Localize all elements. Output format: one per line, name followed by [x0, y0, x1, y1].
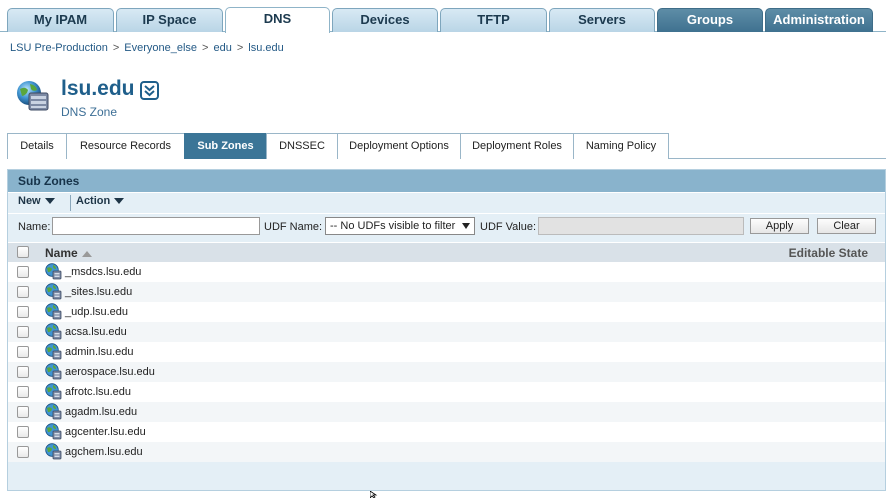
panel-footer [8, 462, 885, 490]
tab-dnssec[interactable]: DNSSEC [266, 133, 338, 159]
column-header-name[interactable]: Name [45, 246, 92, 260]
sub-zone-name[interactable]: aerospace.lsu.edu [65, 366, 155, 378]
row-checkbox[interactable] [17, 446, 29, 458]
expand-icon[interactable] [140, 81, 159, 100]
tab-my-ipam[interactable]: My IPAM [7, 8, 114, 32]
sub-zone-name[interactable]: agchem.lsu.edu [65, 446, 143, 458]
tab-deployment-roles[interactable]: Deployment Roles [460, 133, 574, 159]
sort-ascending-icon [81, 250, 92, 257]
tab-dns[interactable]: DNS [225, 7, 330, 33]
dns-zone-icon [45, 303, 62, 320]
tab-tftp[interactable]: TFTP [440, 8, 547, 32]
row-checkbox[interactable] [17, 266, 29, 278]
tab-ip-space[interactable]: IP Space [116, 8, 223, 32]
dns-zone-icon [45, 263, 62, 280]
tab-administration[interactable]: Administration [765, 8, 873, 32]
dns-zone-icon [17, 81, 49, 111]
breadcrumb: LSU Pre-Production > Everyone_else > edu > lsu… [10, 42, 284, 54]
row-checkbox[interactable] [17, 386, 29, 398]
row-checkbox[interactable] [17, 406, 29, 418]
new-menu-button[interactable]: New [18, 195, 55, 207]
sub-zone-list: _msdcs.lsu.edu _sites.lsu.edu _udp.lsu.edu… [8, 262, 885, 462]
sub-zone-name[interactable]: _sites.lsu.edu [65, 286, 132, 298]
table-row[interactable]: aerospace.lsu.edu [8, 362, 885, 382]
table-row[interactable]: _udp.lsu.edu [8, 302, 885, 322]
breadcrumb-view[interactable]: Everyone_else [124, 42, 197, 54]
action-label: Action [76, 195, 111, 207]
breadcrumb-root[interactable]: LSU Pre-Production [10, 42, 108, 54]
sub-zone-name[interactable]: _msdcs.lsu.edu [65, 266, 141, 278]
table-row[interactable]: agadm.lsu.edu [8, 402, 885, 422]
tab-devices[interactable]: Devices [332, 8, 438, 32]
dns-zone-icon [45, 323, 62, 340]
chevron-down-icon [44, 198, 55, 205]
dns-zone-icon [45, 403, 62, 420]
dns-zone-icon [45, 443, 62, 460]
dns-zone-icon [45, 363, 62, 380]
column-name-label: Name [45, 246, 78, 260]
udf-value-label: UDF Value: [480, 221, 537, 233]
dropdown-arrow-icon [462, 223, 470, 229]
sub-tab-bar: Details Resource Records Sub Zones DNSSE… [7, 133, 886, 159]
tab-servers[interactable]: Servers [549, 8, 655, 32]
dns-zone-icon [45, 423, 62, 440]
grid-header: Name Editable State [8, 243, 885, 262]
panel-title: Sub Zones [8, 170, 885, 192]
table-row[interactable]: admin.lsu.edu [8, 342, 885, 362]
breadcrumb-separator: > [112, 42, 120, 54]
apply-button[interactable]: Apply [750, 218, 809, 234]
action-menu-button[interactable]: Action [76, 195, 125, 207]
tab-sub-zones[interactable]: Sub Zones [184, 133, 267, 159]
clear-button[interactable]: Clear [817, 218, 876, 234]
toolbar-divider [70, 195, 71, 211]
new-label: New [18, 195, 41, 207]
name-filter-input[interactable] [52, 217, 260, 235]
table-row[interactable]: agchem.lsu.edu [8, 442, 885, 462]
tab-resource-records[interactable]: Resource Records [66, 133, 185, 159]
dns-zone-icon [45, 283, 62, 300]
udf-name-selected: -- No UDFs visible to filter [330, 220, 456, 232]
table-row[interactable]: _sites.lsu.edu [8, 282, 885, 302]
breadcrumb-parent-zone[interactable]: edu [213, 42, 231, 54]
mouse-cursor-icon [370, 491, 378, 498]
page-title: lsu.edu [61, 77, 135, 100]
breadcrumb-separator: > [236, 42, 244, 54]
row-checkbox[interactable] [17, 306, 29, 318]
udf-name-select[interactable]: -- No UDFs visible to filter [325, 217, 475, 235]
tab-groups[interactable]: Groups [657, 8, 763, 32]
sub-zones-panel: Sub Zones New Action Name: UDF Name: -- … [7, 169, 886, 491]
page-subtitle: DNS Zone [61, 105, 118, 119]
udf-value-input [538, 217, 744, 235]
dns-zone-icon [45, 383, 62, 400]
table-row[interactable]: _msdcs.lsu.edu [8, 262, 885, 282]
row-checkbox[interactable] [17, 366, 29, 378]
sub-zone-name[interactable]: _udp.lsu.edu [65, 306, 128, 318]
table-row[interactable]: agcenter.lsu.edu [8, 422, 885, 442]
sub-zone-name[interactable]: afrotc.lsu.edu [65, 386, 131, 398]
sub-zone-name[interactable]: admin.lsu.edu [65, 346, 134, 358]
table-row[interactable]: afrotc.lsu.edu [8, 382, 885, 402]
row-checkbox[interactable] [17, 426, 29, 438]
row-checkbox[interactable] [17, 326, 29, 338]
sub-zone-name[interactable]: agadm.lsu.edu [65, 406, 137, 418]
sub-zone-name[interactable]: acsa.lsu.edu [65, 326, 127, 338]
filter-bar: Name: UDF Name: -- No UDFs visible to fi… [8, 214, 885, 242]
tab-details[interactable]: Details [7, 133, 67, 159]
row-checkbox[interactable] [17, 346, 29, 358]
dns-zone-icon [45, 343, 62, 360]
udf-name-label: UDF Name: [264, 221, 323, 233]
toolbar: New Action [8, 193, 885, 213]
tab-naming-policy[interactable]: Naming Policy [573, 133, 669, 159]
column-header-editable-state[interactable]: Editable State [789, 246, 868, 260]
table-row[interactable]: acsa.lsu.edu [8, 322, 885, 342]
sub-zone-name[interactable]: agcenter.lsu.edu [65, 426, 146, 438]
chevron-down-icon [114, 198, 125, 205]
select-all-checkbox[interactable] [17, 246, 29, 258]
row-checkbox[interactable] [17, 286, 29, 298]
top-nav: My IPAM IP Space DNS Devices TFTP Server… [0, 0, 886, 33]
breadcrumb-current[interactable]: lsu.edu [248, 42, 283, 54]
breadcrumb-separator: > [202, 42, 209, 54]
name-filter-label: Name: [18, 221, 51, 233]
tab-deployment-options[interactable]: Deployment Options [337, 133, 461, 159]
